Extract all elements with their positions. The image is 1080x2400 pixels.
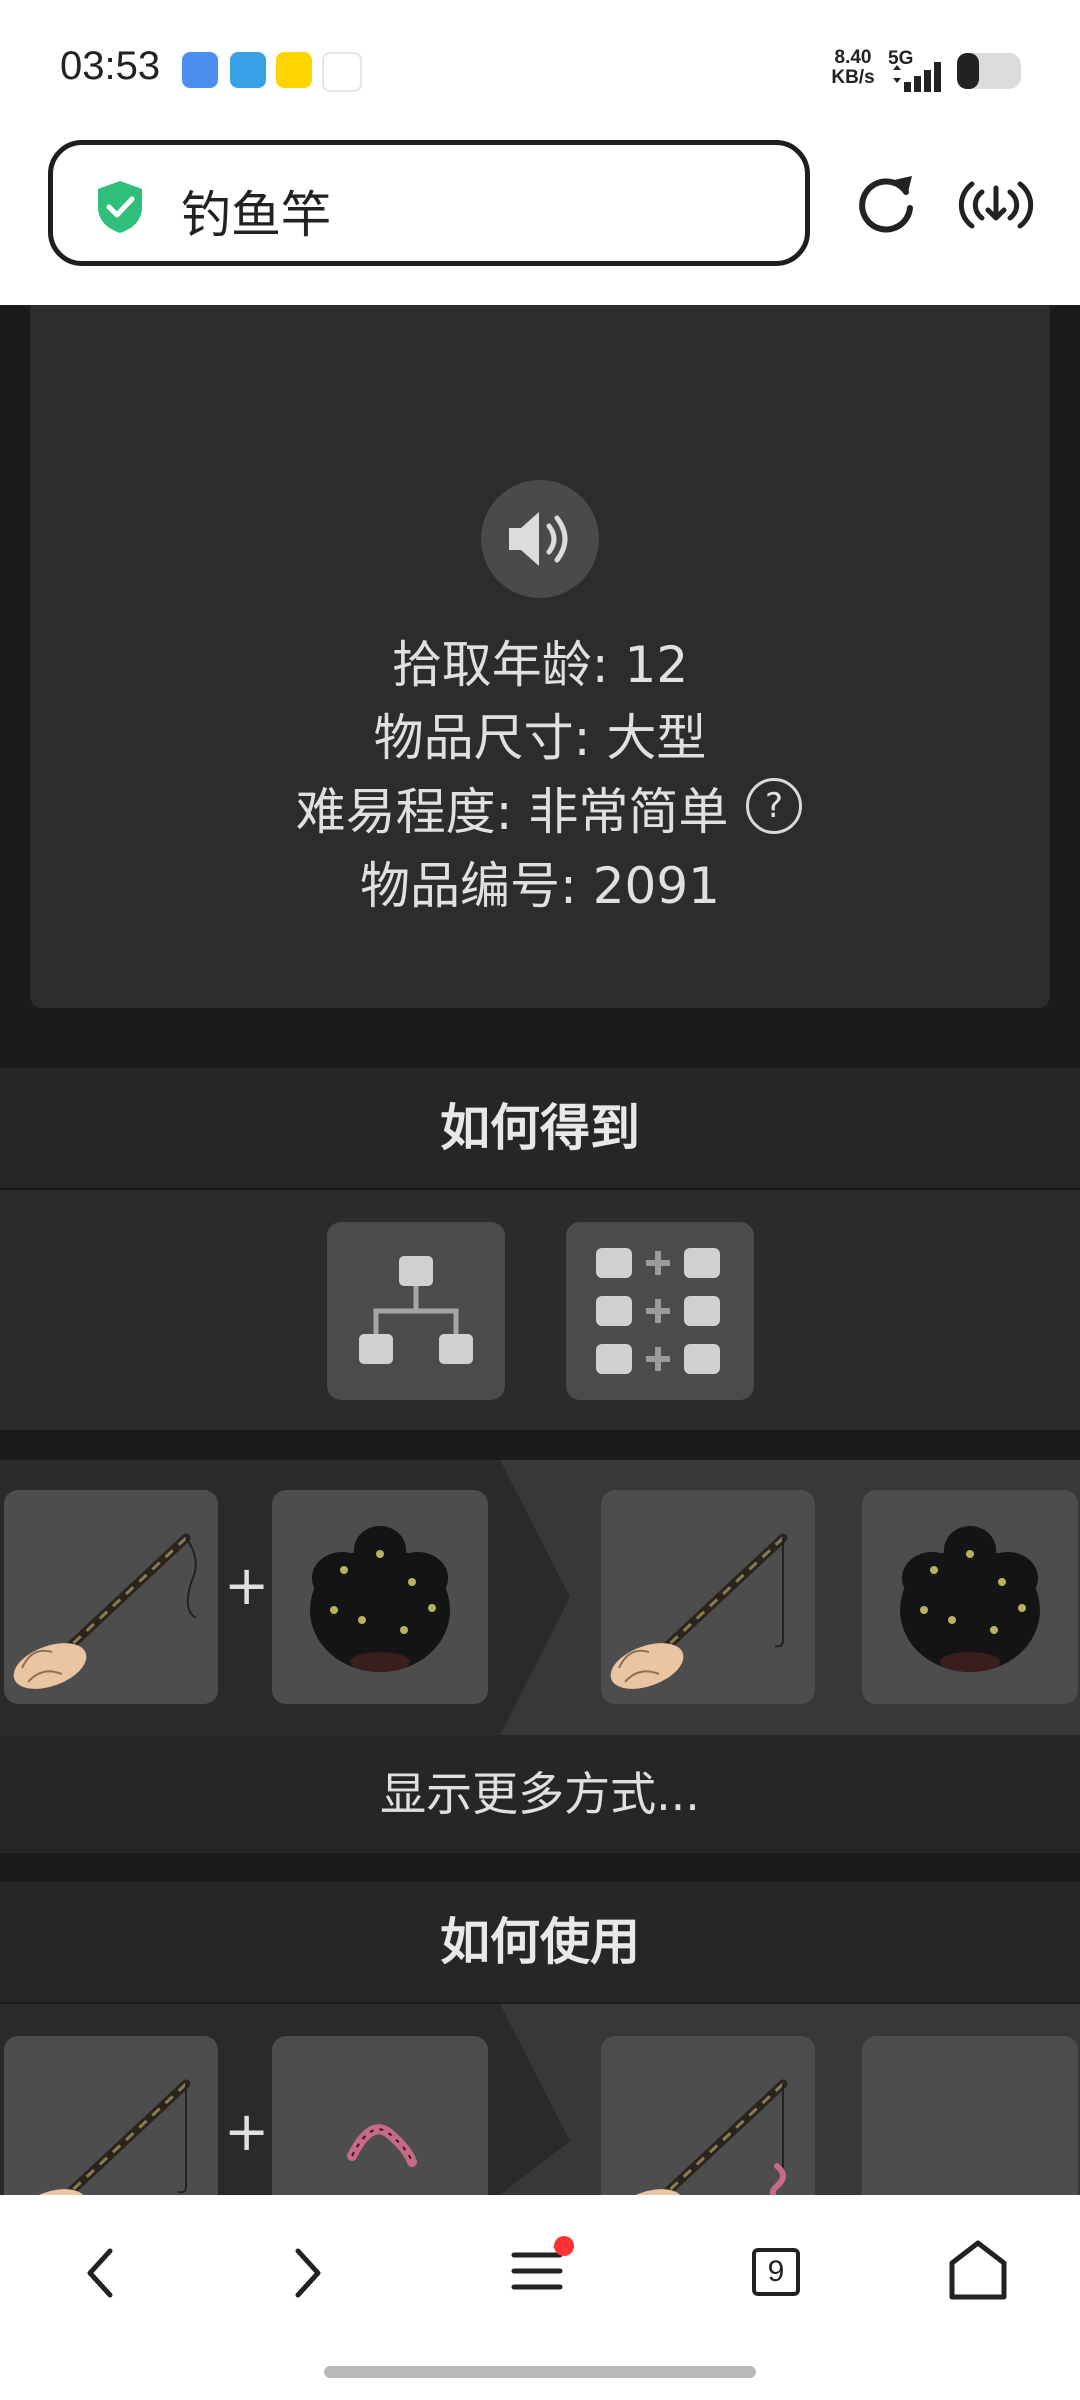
recipe-input-berry-bush[interactable] [272, 1490, 488, 1704]
signal-icon [893, 62, 941, 92]
download-broadcast-icon[interactable] [958, 170, 1034, 240]
browser-toolbar: 钓鱼竿 [0, 140, 1080, 305]
view-mode-bar [0, 1190, 1080, 1430]
address-text[interactable]: 钓鱼竿 [181, 175, 331, 247]
recipe-row: + [0, 1460, 1080, 1735]
berry-bush-icon [900, 1526, 1040, 1672]
how-to-get-title: 如何得到 [0, 1068, 1080, 1188]
item-size: 物品尺寸: 大型 [373, 709, 707, 767]
net-speed-value: 8.40 [834, 47, 872, 68]
use-input-fishing-rod[interactable] [4, 2036, 218, 2195]
reload-icon[interactable] [854, 172, 920, 238]
fishing-rod-icon [13, 2079, 191, 2195]
forward-icon[interactable] [288, 2245, 328, 2301]
difficulty-help-button[interactable]: ? [746, 778, 802, 834]
battery-icon [957, 53, 1021, 89]
plus-sign: + [224, 2100, 270, 2163]
speaker-icon [509, 512, 568, 566]
security-shield-icon [98, 181, 142, 233]
menu-icon[interactable] [508, 2235, 578, 2297]
sound-button[interactable] [481, 480, 599, 598]
item-info-panel: 拾取年龄: 12 物品尺寸: 大型 难易程度: 非常简单 物品编号: 2091 [30, 305, 1050, 1008]
status-bar: 03:53 8.40 KB/s 5G [0, 0, 1080, 140]
address-bar[interactable]: 钓鱼竿 [48, 140, 810, 266]
tree-view-button[interactable] [327, 1222, 505, 1400]
tab-count-button[interactable]: 9 [752, 2248, 800, 2296]
how-to-use-title: 如何使用 [0, 1882, 1080, 2002]
home-indicator [324, 2366, 756, 2378]
baited-fishing-rod-icon [610, 2079, 788, 2195]
recipe-output-berry-bush[interactable] [862, 1490, 1078, 1704]
berry-bush-icon [310, 1526, 450, 1672]
show-more-methods[interactable]: 显示更多方式... [0, 1735, 1080, 1853]
recipe-input-fishing-rod[interactable] [4, 1490, 218, 1704]
home-icon[interactable] [946, 2239, 1010, 2303]
worm-icon [347, 2124, 417, 2167]
recipe-grid-button[interactable] [566, 1222, 754, 1400]
app-icon [322, 52, 362, 92]
plus-sign: + [224, 1554, 270, 1617]
item-id: 物品编号: 2091 [360, 857, 720, 915]
fishing-rod-icon [13, 1533, 197, 1689]
back-icon[interactable] [80, 2245, 120, 2301]
use-output-baited-rod[interactable] [601, 2036, 815, 2195]
manga-app-icon [276, 52, 312, 88]
clock: 03:53 [60, 44, 161, 88]
difficulty: 难易程度: 非常简单 [295, 783, 729, 841]
baidu-netdisk-icon [182, 52, 218, 88]
use-output-empty[interactable] [862, 2036, 1078, 2195]
network-speed: 8.40 KB/s [826, 48, 880, 88]
recipe-output-fishing-rod[interactable] [601, 1490, 815, 1704]
telegram-icon [230, 52, 266, 88]
net-speed-unit: KB/s [831, 67, 875, 88]
pickup-age: 拾取年龄: 12 [391, 636, 689, 694]
tree-view-icon [359, 1256, 473, 1364]
use-recipe-row: + [0, 2004, 1080, 2195]
recipe-grid-icon [596, 1248, 720, 1374]
fishing-rod-with-hook-icon [610, 1533, 788, 1689]
use-input-worm[interactable] [272, 2036, 488, 2195]
